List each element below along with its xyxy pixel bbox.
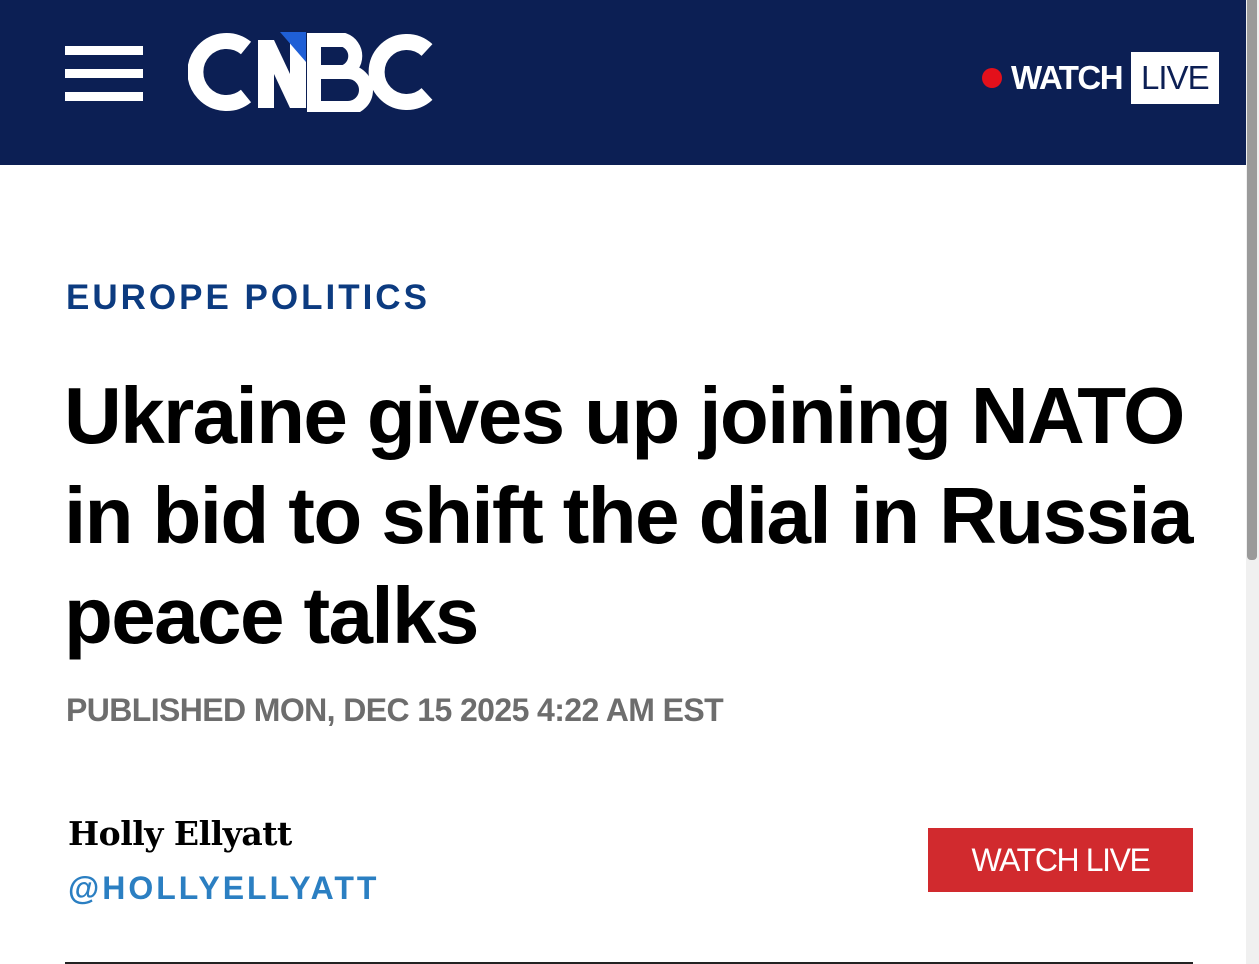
watch-live-header-link[interactable]: WATCH LIVE: [982, 52, 1219, 104]
page: WATCH LIVE EUROPE POLITICS Ukraine gives…: [0, 0, 1259, 964]
live-dot-icon: [982, 68, 1002, 88]
live-badge: LIVE: [1131, 52, 1219, 104]
author-twitter-handle[interactable]: @HOLLYELLYATT: [68, 870, 379, 907]
hamburger-menu-icon[interactable]: [65, 46, 143, 102]
published-timestamp: PUBLISHED MON, DEC 15 2025 4:22 AM EST: [66, 692, 724, 728]
site-header: WATCH LIVE: [0, 0, 1246, 165]
scrollbar-thumb[interactable]: [1247, 0, 1257, 560]
watch-label: WATCH: [1011, 59, 1124, 96]
watch-live-button[interactable]: WATCH LIVE: [928, 828, 1193, 892]
author-name[interactable]: Holly Ellyatt: [68, 814, 292, 853]
cnbc-logo[interactable]: [187, 32, 434, 115]
section-kicker[interactable]: EUROPE POLITICS: [66, 278, 430, 318]
article-headline: Ukraine gives up joining NATO in bid to …: [64, 371, 1193, 660]
